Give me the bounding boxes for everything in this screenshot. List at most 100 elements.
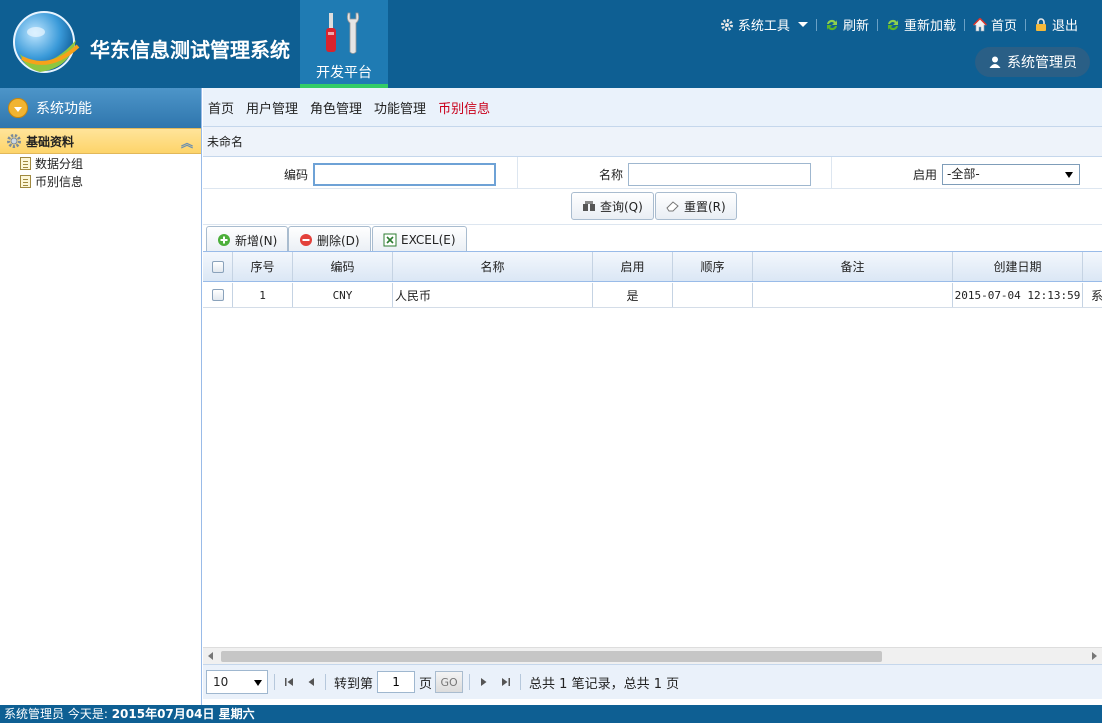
column-header-enabled[interactable]: 启用 — [593, 252, 673, 281]
menu-divider — [815, 18, 817, 31]
next-page-button[interactable] — [476, 674, 492, 690]
code-input[interactable] — [313, 163, 496, 186]
row-checkbox[interactable] — [211, 289, 224, 301]
enabled-select[interactable]: -全部- — [942, 164, 1080, 185]
tab-home[interactable]: 首页 — [208, 98, 234, 117]
cell-index: 1 — [233, 283, 293, 307]
cell-enabled: 是 — [593, 283, 673, 307]
column-header-name[interactable]: 名称 — [393, 252, 593, 281]
status-bar: 系统管理员 今天是: 2015年07月04日 星期六 — [0, 705, 1102, 723]
reload-label: 重新加载 — [903, 19, 956, 34]
grid-search-icon — [583, 201, 595, 211]
system-tools-label: 系统工具 — [737, 19, 790, 34]
cell-code: CNY — [293, 283, 393, 307]
pager-summary: 总共 1 笔记录，总共 1 页 — [529, 676, 680, 692]
scroll-right-icon[interactable] — [1092, 652, 1097, 660]
remove-circle-icon — [300, 234, 312, 246]
column-header-remark[interactable]: 备注 — [753, 252, 953, 281]
add-button[interactable]: 新增(N) — [206, 226, 289, 254]
reset-button[interactable]: 重置(R) — [655, 192, 737, 220]
row-select-cell — [203, 283, 233, 307]
go-button[interactable]: GO — [435, 671, 464, 693]
column-header-order[interactable]: 顺序 — [673, 252, 753, 281]
current-user-badge[interactable]: 系统管理员 — [975, 47, 1090, 77]
chevron-down-icon — [797, 22, 808, 27]
double-chevron-up-icon[interactable]: ︽ — [181, 134, 193, 151]
enabled-label: 启用 — [913, 168, 938, 182]
logout-button[interactable]: 退出 — [1028, 15, 1084, 34]
page-size-select[interactable]: 10 — [206, 670, 268, 694]
goto-label: 转到第 — [334, 676, 374, 692]
system-tools-menu[interactable]: 系统工具 — [714, 15, 814, 34]
query-button[interactable]: 查询(Q) — [571, 192, 654, 220]
main-content: 首页 用户管理 角色管理 功能管理 币别信息 未命名 编码 名称 启用 -全部-… — [203, 88, 1102, 705]
sidebar-item-currency[interactable]: 币别信息 — [0, 172, 201, 190]
sidebar-item-label: 币别信息 — [35, 174, 84, 189]
sidebar-header[interactable]: 系统功能 — [0, 88, 201, 128]
table-row[interactable]: 1 CNY 人民币 是 2015-07-04 12:13:59 系 — [203, 283, 1102, 308]
column-header-overflow — [1083, 252, 1102, 281]
column-header-created[interactable]: 创建日期 — [953, 252, 1083, 281]
query-label: 查询(Q) — [600, 199, 643, 214]
add-label: 新增(N) — [235, 233, 278, 248]
pager-divider — [469, 674, 471, 690]
chevron-down-icon — [254, 680, 262, 686]
tab-user-management[interactable]: 用户管理 — [246, 98, 298, 117]
page-size-value: 10 — [213, 675, 229, 689]
sidebar-group-label: 基础资料 — [26, 134, 75, 149]
next-page-icon — [481, 678, 487, 686]
scroll-left-icon[interactable] — [208, 652, 213, 660]
cell-created: 2015-07-04 12:13:59 — [953, 283, 1083, 307]
pager-divider — [520, 674, 522, 690]
excel-button[interactable]: EXCEL(E) — [372, 226, 467, 254]
lock-icon — [1035, 17, 1046, 31]
page-number-input[interactable] — [377, 671, 416, 693]
document-icon — [20, 174, 31, 188]
tab-function-management[interactable]: 功能管理 — [374, 98, 426, 117]
column-header-code[interactable]: 编码 — [293, 252, 393, 281]
document-icon — [20, 156, 31, 170]
cell-remark — [753, 283, 953, 307]
name-input[interactable] — [628, 163, 811, 186]
home-button[interactable]: 首页 — [967, 15, 1023, 34]
reload-icon — [887, 19, 898, 30]
dev-platform-tab[interactable]: 开发平台 — [300, 0, 388, 88]
column-header-index[interactable]: 序号 — [233, 252, 293, 281]
home-icon — [972, 17, 987, 31]
sidebar-group-basic-data[interactable]: 基础资料 ︽ — [0, 128, 201, 154]
sidebar-item-label: 数据分组 — [35, 156, 84, 171]
menu-divider — [1024, 18, 1026, 31]
pager-divider — [274, 674, 275, 690]
reload-button[interactable]: 重新加载 — [880, 15, 962, 34]
page-unit-label: 页 — [419, 676, 433, 692]
previous-page-icon — [308, 678, 314, 686]
name-label: 名称 — [599, 168, 624, 182]
delete-button[interactable]: 删除(D) — [288, 226, 371, 254]
sidebar-header-label: 系统功能 — [36, 101, 92, 117]
gear-icon — [720, 18, 733, 31]
refresh-button[interactable]: 刷新 — [819, 15, 875, 34]
chevron-down-icon — [1065, 172, 1073, 178]
globe-logo-icon — [13, 11, 80, 73]
previous-page-button[interactable] — [303, 674, 319, 690]
scrollbar-thumb[interactable] — [221, 651, 882, 662]
refresh-icon — [826, 19, 837, 30]
gear-icon — [7, 134, 21, 148]
horizontal-scrollbar[interactable] — [203, 647, 1102, 664]
cell-overflow: 系 — [1083, 283, 1102, 307]
excel-label: EXCEL(E) — [401, 233, 456, 247]
first-page-button[interactable] — [281, 674, 297, 690]
sidebar: 系统功能 基础资料 ︽ 数据分组 币别信息 — [0, 88, 202, 705]
add-circle-icon — [218, 234, 230, 246]
tab-bar: 首页 用户管理 角色管理 功能管理 币别信息 — [203, 88, 1102, 127]
sidebar-item-data-group[interactable]: 数据分组 — [0, 154, 201, 172]
select-all-checkbox[interactable] — [211, 260, 224, 273]
last-page-button[interactable] — [498, 674, 514, 690]
form-divider — [831, 157, 832, 189]
tab-role-management[interactable]: 角色管理 — [310, 98, 362, 117]
cell-order — [673, 283, 753, 307]
app-header: 华东信息测试管理系统 开发平台 系统工具 刷新 重新加载 首页 退出 系统管理员 — [0, 0, 1102, 88]
search-form: 编码 名称 启用 -全部- — [203, 157, 1102, 189]
menu-divider — [963, 18, 965, 31]
tab-currency-info[interactable]: 币别信息 — [438, 98, 490, 117]
